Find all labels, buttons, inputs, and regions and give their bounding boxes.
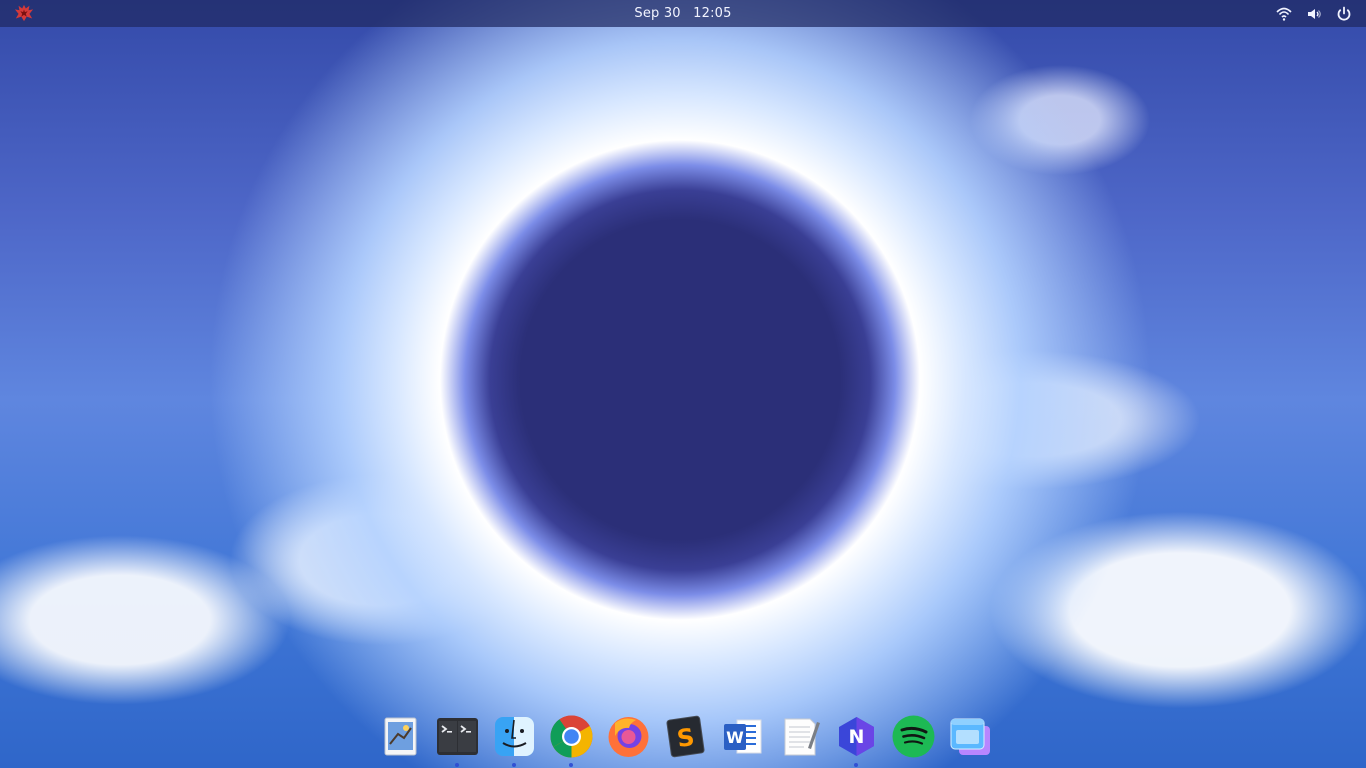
- mail-app-icon[interactable]: [378, 714, 423, 759]
- power-icon[interactable]: [1336, 6, 1352, 22]
- top-panel: Sep 30 12:05: [0, 0, 1366, 27]
- running-indicator: [511, 762, 516, 767]
- chrome-app-icon[interactable]: [549, 714, 594, 767]
- wifi-icon[interactable]: [1276, 6, 1292, 22]
- system-tray: [1276, 6, 1352, 22]
- running-indicator: [568, 762, 573, 767]
- clock-date: Sep 30: [634, 6, 681, 21]
- onenote-app-icon[interactable]: N: [834, 714, 879, 767]
- text-editor-app-icon[interactable]: [777, 714, 822, 759]
- spotify-app-icon[interactable]: [891, 714, 936, 759]
- running-indicator: [454, 762, 459, 767]
- sublime-text-app-icon[interactable]: S: [663, 714, 708, 759]
- application-dock: S W N: [365, 705, 1005, 767]
- firefox-app-icon[interactable]: [606, 714, 651, 759]
- clock-display[interactable]: Sep 30 12:05: [0, 6, 1366, 21]
- clock-time: 12:05: [693, 6, 732, 21]
- window-manager-app-icon[interactable]: [948, 714, 993, 759]
- svg-text:W: W: [726, 728, 744, 747]
- finder-app-icon[interactable]: [492, 714, 537, 767]
- svg-text:N: N: [848, 726, 864, 748]
- volume-icon[interactable]: [1306, 6, 1322, 22]
- terminal-app-icon[interactable]: [435, 714, 480, 767]
- desktop-wallpaper: Sep 30 12:05 S W N: [0, 0, 1366, 768]
- running-indicator: [853, 762, 858, 767]
- word-app-icon[interactable]: W: [720, 714, 765, 759]
